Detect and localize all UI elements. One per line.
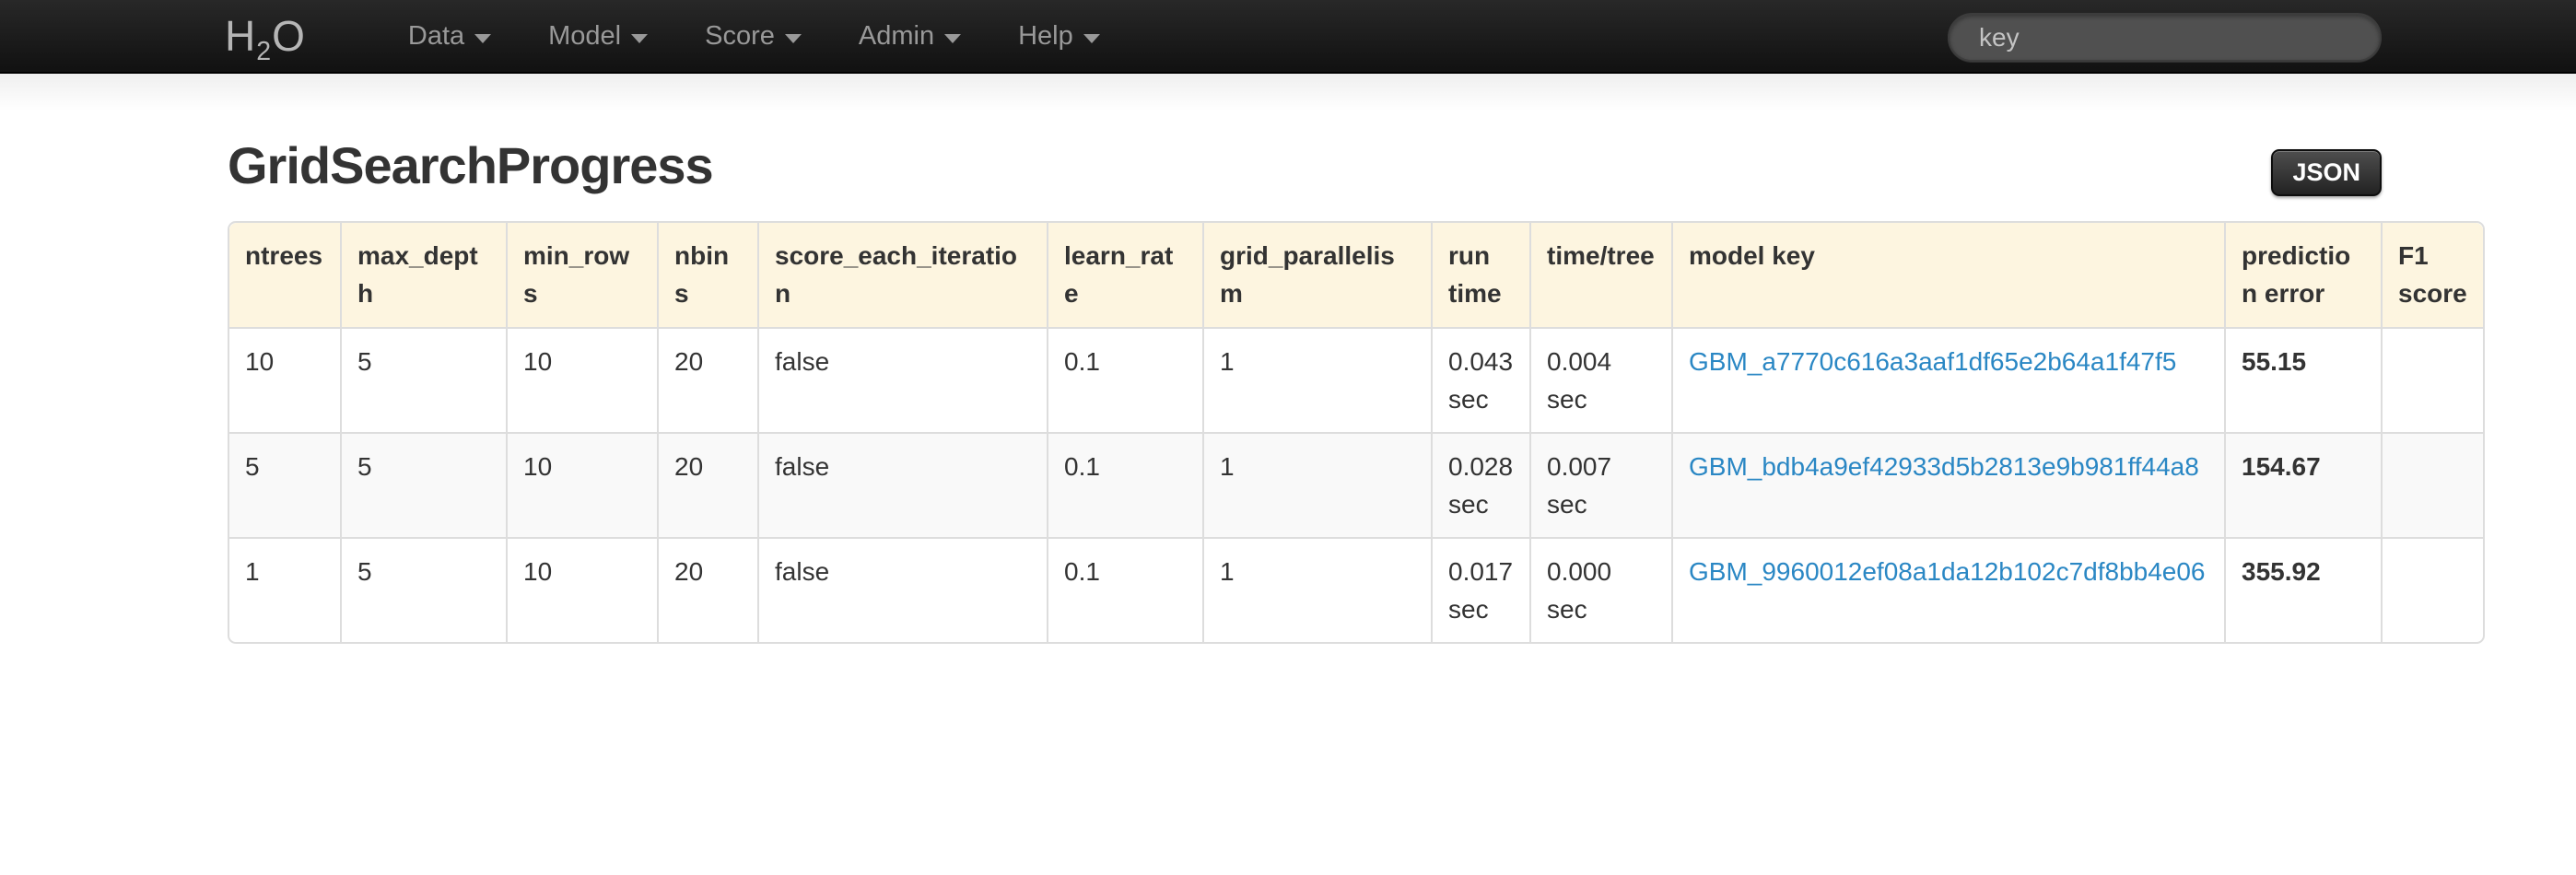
page-title: GridSearchProgress [228,111,2481,195]
logo-h: H [225,12,256,60]
menu-admin-label: Admin [859,21,934,52]
menu-help[interactable]: Help [989,0,1129,73]
cell-nbins: 20 [657,432,757,537]
menu-model-label: Model [548,21,621,52]
cell-time-per-tree: 0.007 sec [1529,432,1671,537]
cell-min-rows: 10 [506,432,657,537]
top-navbar: H2O Data Model Score Admin Help [0,0,2576,74]
cell-nbins: 20 [657,537,757,642]
cell-model-key: GBM_9960012ef08a1da12b102c7df8bb4e06 [1671,537,2224,642]
cell-learn-rate: 0.1 [1047,537,1202,642]
chevron-down-icon [631,34,648,43]
cell-run-time: 0.043 sec [1431,327,1529,432]
table-header-row: ntrees max_depth min_rows nbins score_ea… [229,223,2483,327]
menu-admin[interactable]: Admin [830,0,989,73]
nav-menu: Data Model Score Admin Help [380,0,1129,73]
cell-grid-parallelism: 1 [1202,327,1431,432]
model-key-link[interactable]: GBM_9960012ef08a1da12b102c7df8bb4e06 [1689,557,2206,586]
cell-time-per-tree: 0.000 sec [1529,537,1671,642]
menu-score[interactable]: Score [676,0,830,73]
cell-model-key: GBM_bdb4a9ef42933d5b2813e9b981ff44a8 [1671,432,2224,537]
col-header-max-depth: max_depth [340,223,506,327]
model-key-link[interactable]: GBM_a7770c616a3aaf1df65e2b64a1f47f5 [1689,347,2176,376]
col-header-time-per-tree: time/tree [1529,223,1671,327]
col-header-nbins: nbins [657,223,757,327]
col-header-min-rows: min_rows [506,223,657,327]
menu-data-label: Data [408,21,464,52]
cell-max-depth: 5 [340,537,506,642]
cell-ntrees: 1 [229,537,340,642]
cell-prediction-error: 154.67 [2224,432,2381,537]
cell-max-depth: 5 [340,327,506,432]
col-header-grid-parallelism: grid_parallelism [1202,223,1431,327]
key-search-input[interactable] [1948,13,2382,62]
col-header-model-key: model key [1671,223,2224,327]
cell-prediction-error: 55.15 [2224,327,2381,432]
cell-grid-parallelism: 1 [1202,537,1431,642]
cell-f1-score [2381,537,2483,642]
cell-min-rows: 10 [506,327,657,432]
table-row: 10 5 10 20 false 0.1 1 0.043 sec 0.004 s… [229,327,2483,432]
model-key-link[interactable]: GBM_bdb4a9ef42933d5b2813e9b981ff44a8 [1689,452,2199,481]
cell-min-rows: 10 [506,537,657,642]
json-button[interactable]: JSON [2271,149,2382,196]
navbar-shadow-fade [0,74,2576,111]
cell-score-each-iteration: false [757,432,1047,537]
logo-sub2: 2 [256,37,272,66]
cell-prediction-error: 355.92 [2224,537,2381,642]
chevron-down-icon [944,34,961,43]
cell-score-each-iteration: false [757,327,1047,432]
h2o-logo[interactable]: H2O [225,11,306,61]
cell-run-time: 0.017 sec [1431,537,1529,642]
cell-model-key: GBM_a7770c616a3aaf1df65e2b64a1f47f5 [1671,327,2224,432]
menu-model[interactable]: Model [520,0,676,73]
chevron-down-icon [1083,34,1100,43]
cell-grid-parallelism: 1 [1202,432,1431,537]
menu-help-label: Help [1018,21,1073,52]
main-content: JSON GridSearchProgress ntrees max_depth… [0,111,2576,644]
col-header-prediction-error: prediction error [2224,223,2381,327]
col-header-learn-rate: learn_rate [1047,223,1202,327]
cell-learn-rate: 0.1 [1047,432,1202,537]
menu-data[interactable]: Data [380,0,520,73]
cell-ntrees: 5 [229,432,340,537]
cell-f1-score [2381,432,2483,537]
table-row: 1 5 10 20 false 0.1 1 0.017 sec 0.000 se… [229,537,2483,642]
cell-time-per-tree: 0.004 sec [1529,327,1671,432]
grid-search-progress-table: ntrees max_depth min_rows nbins score_ea… [228,221,2485,644]
menu-score-label: Score [705,21,775,52]
logo-o: O [272,12,306,60]
cell-f1-score [2381,327,2483,432]
col-header-ntrees: ntrees [229,223,340,327]
chevron-down-icon [785,34,802,43]
cell-ntrees: 10 [229,327,340,432]
col-header-score-each-iteration: score_each_iteration [757,223,1047,327]
cell-score-each-iteration: false [757,537,1047,642]
chevron-down-icon [474,34,491,43]
cell-nbins: 20 [657,327,757,432]
cell-max-depth: 5 [340,432,506,537]
cell-run-time: 0.028 sec [1431,432,1529,537]
cell-learn-rate: 0.1 [1047,327,1202,432]
col-header-run-time: run time [1431,223,1529,327]
col-header-f1-score: F1 score [2381,223,2483,327]
table-row: 5 5 10 20 false 0.1 1 0.028 sec 0.007 se… [229,432,2483,537]
